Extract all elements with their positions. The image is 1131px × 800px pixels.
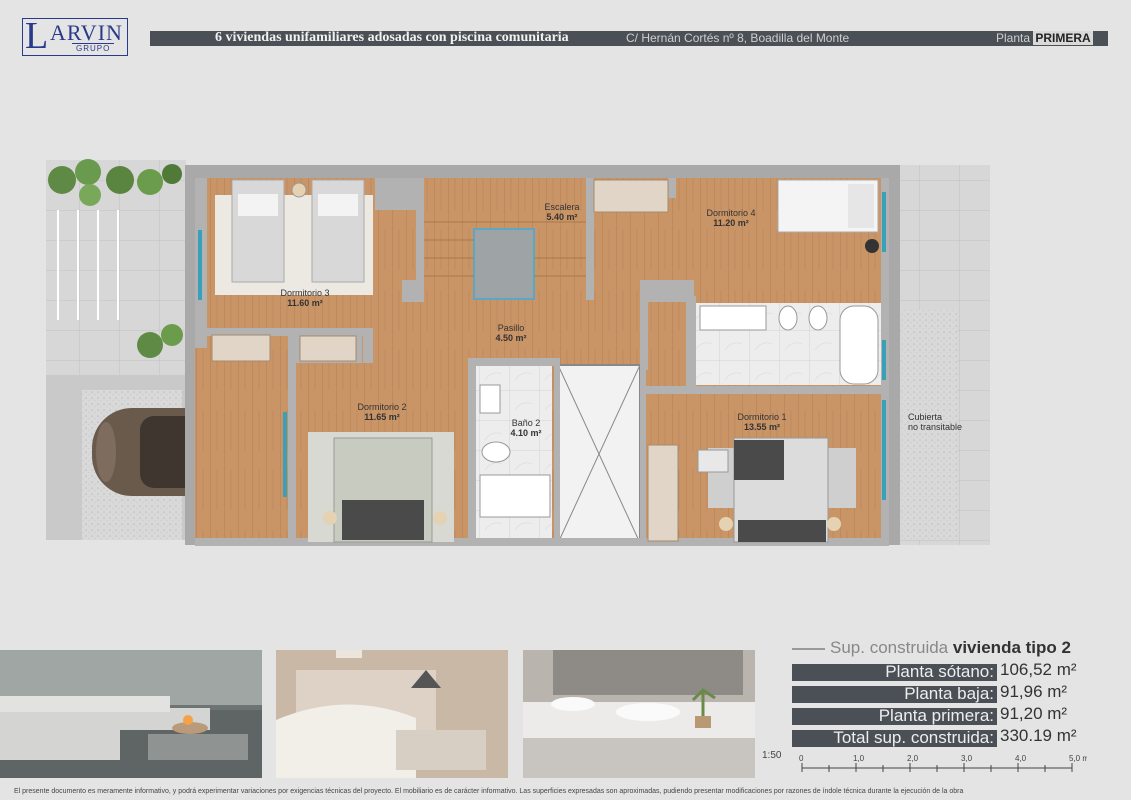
- surface-row-primera: Planta primera:: [792, 706, 997, 725]
- scale-tick-label: 4,0: [1015, 754, 1027, 763]
- surface-value-primera: 91,20 m²: [1000, 704, 1068, 723]
- disclaimer-text: El presente documento es meramente infor…: [14, 788, 964, 795]
- room-label-dormitorio-2: Dormitorio 2 11.65 m²: [357, 402, 407, 422]
- room-label-escalera: Escalera 5.40 m²: [544, 202, 580, 222]
- bed-dormitorio-1: [697, 437, 856, 543]
- floor-prefix: Planta: [996, 31, 1031, 45]
- address-text: C/ Hernán Cortés nº 8, Boadilla del Mont…: [626, 31, 850, 45]
- scale-bar-graphic: 0 1,0 2,0 3,0 4,0 5,0 m: [799, 754, 1089, 772]
- surface-value-total: 330.19 m²: [1000, 726, 1077, 745]
- surfaces-title: Sup. construida vivienda tipo 2: [830, 638, 1071, 657]
- outdoor-lounge-photo: [0, 650, 262, 778]
- bedroom-photo: [276, 650, 508, 778]
- brand-logo: L ARVIN GRUPO: [22, 15, 130, 58]
- scale-tick-label: 3,0: [961, 754, 973, 763]
- surface-value-baja: 91,96 m²: [1000, 682, 1068, 701]
- page-title: 6 viviendas unifamiliares adosadas con p…: [215, 30, 569, 45]
- scale-tick-label: 1,0: [853, 754, 865, 763]
- room-label-dormitorio-1: Dormitorio 1 13.55 m²: [737, 412, 787, 432]
- room-label-cubierta: Cubierta no transitable: [908, 412, 963, 432]
- scale-tick-label: 5,0 m: [1069, 754, 1087, 763]
- scale-ratio: 1:50: [762, 750, 782, 761]
- floor-plan: Dormitorio 3 11.60 m² Escalera 5.40 m² Dor…: [0, 150, 1131, 570]
- room-label-dormitorio-3: Dormitorio 3 11.60 m²: [280, 288, 330, 308]
- surface-row-sotano: Planta sótano:: [792, 662, 997, 681]
- bed-dormitorio-2: [308, 432, 454, 543]
- floor-indicator: Planta PRIMERA: [996, 31, 1093, 45]
- logo-initial: L: [25, 15, 49, 57]
- surface-row-total: Total sup. construida:: [792, 728, 997, 747]
- room-label-dormitorio-4: Dormitorio 4 11.20 m²: [706, 208, 756, 228]
- bathroom-photo: [523, 650, 755, 778]
- room-label-pasillo: Pasillo 4.50 m²: [495, 323, 527, 343]
- surfaces-rule: [792, 648, 825, 650]
- scale-tick-label: 2,0: [907, 754, 919, 763]
- scale-tick-label: 0: [799, 754, 804, 763]
- surface-row-baja: Planta baja:: [792, 684, 997, 703]
- scale-bar: 0 1,0 2,0 3,0 4,0 5,0 m: [797, 752, 1089, 782]
- logo-subtitle: GRUPO: [72, 43, 115, 53]
- surface-value-sotano: 106,52 m²: [1000, 660, 1077, 679]
- floor-name: PRIMERA: [1033, 31, 1093, 45]
- bed-dormitorio-3: [215, 179, 373, 295]
- room-label-bano-2: Baño 2 4.10 m²: [510, 418, 542, 438]
